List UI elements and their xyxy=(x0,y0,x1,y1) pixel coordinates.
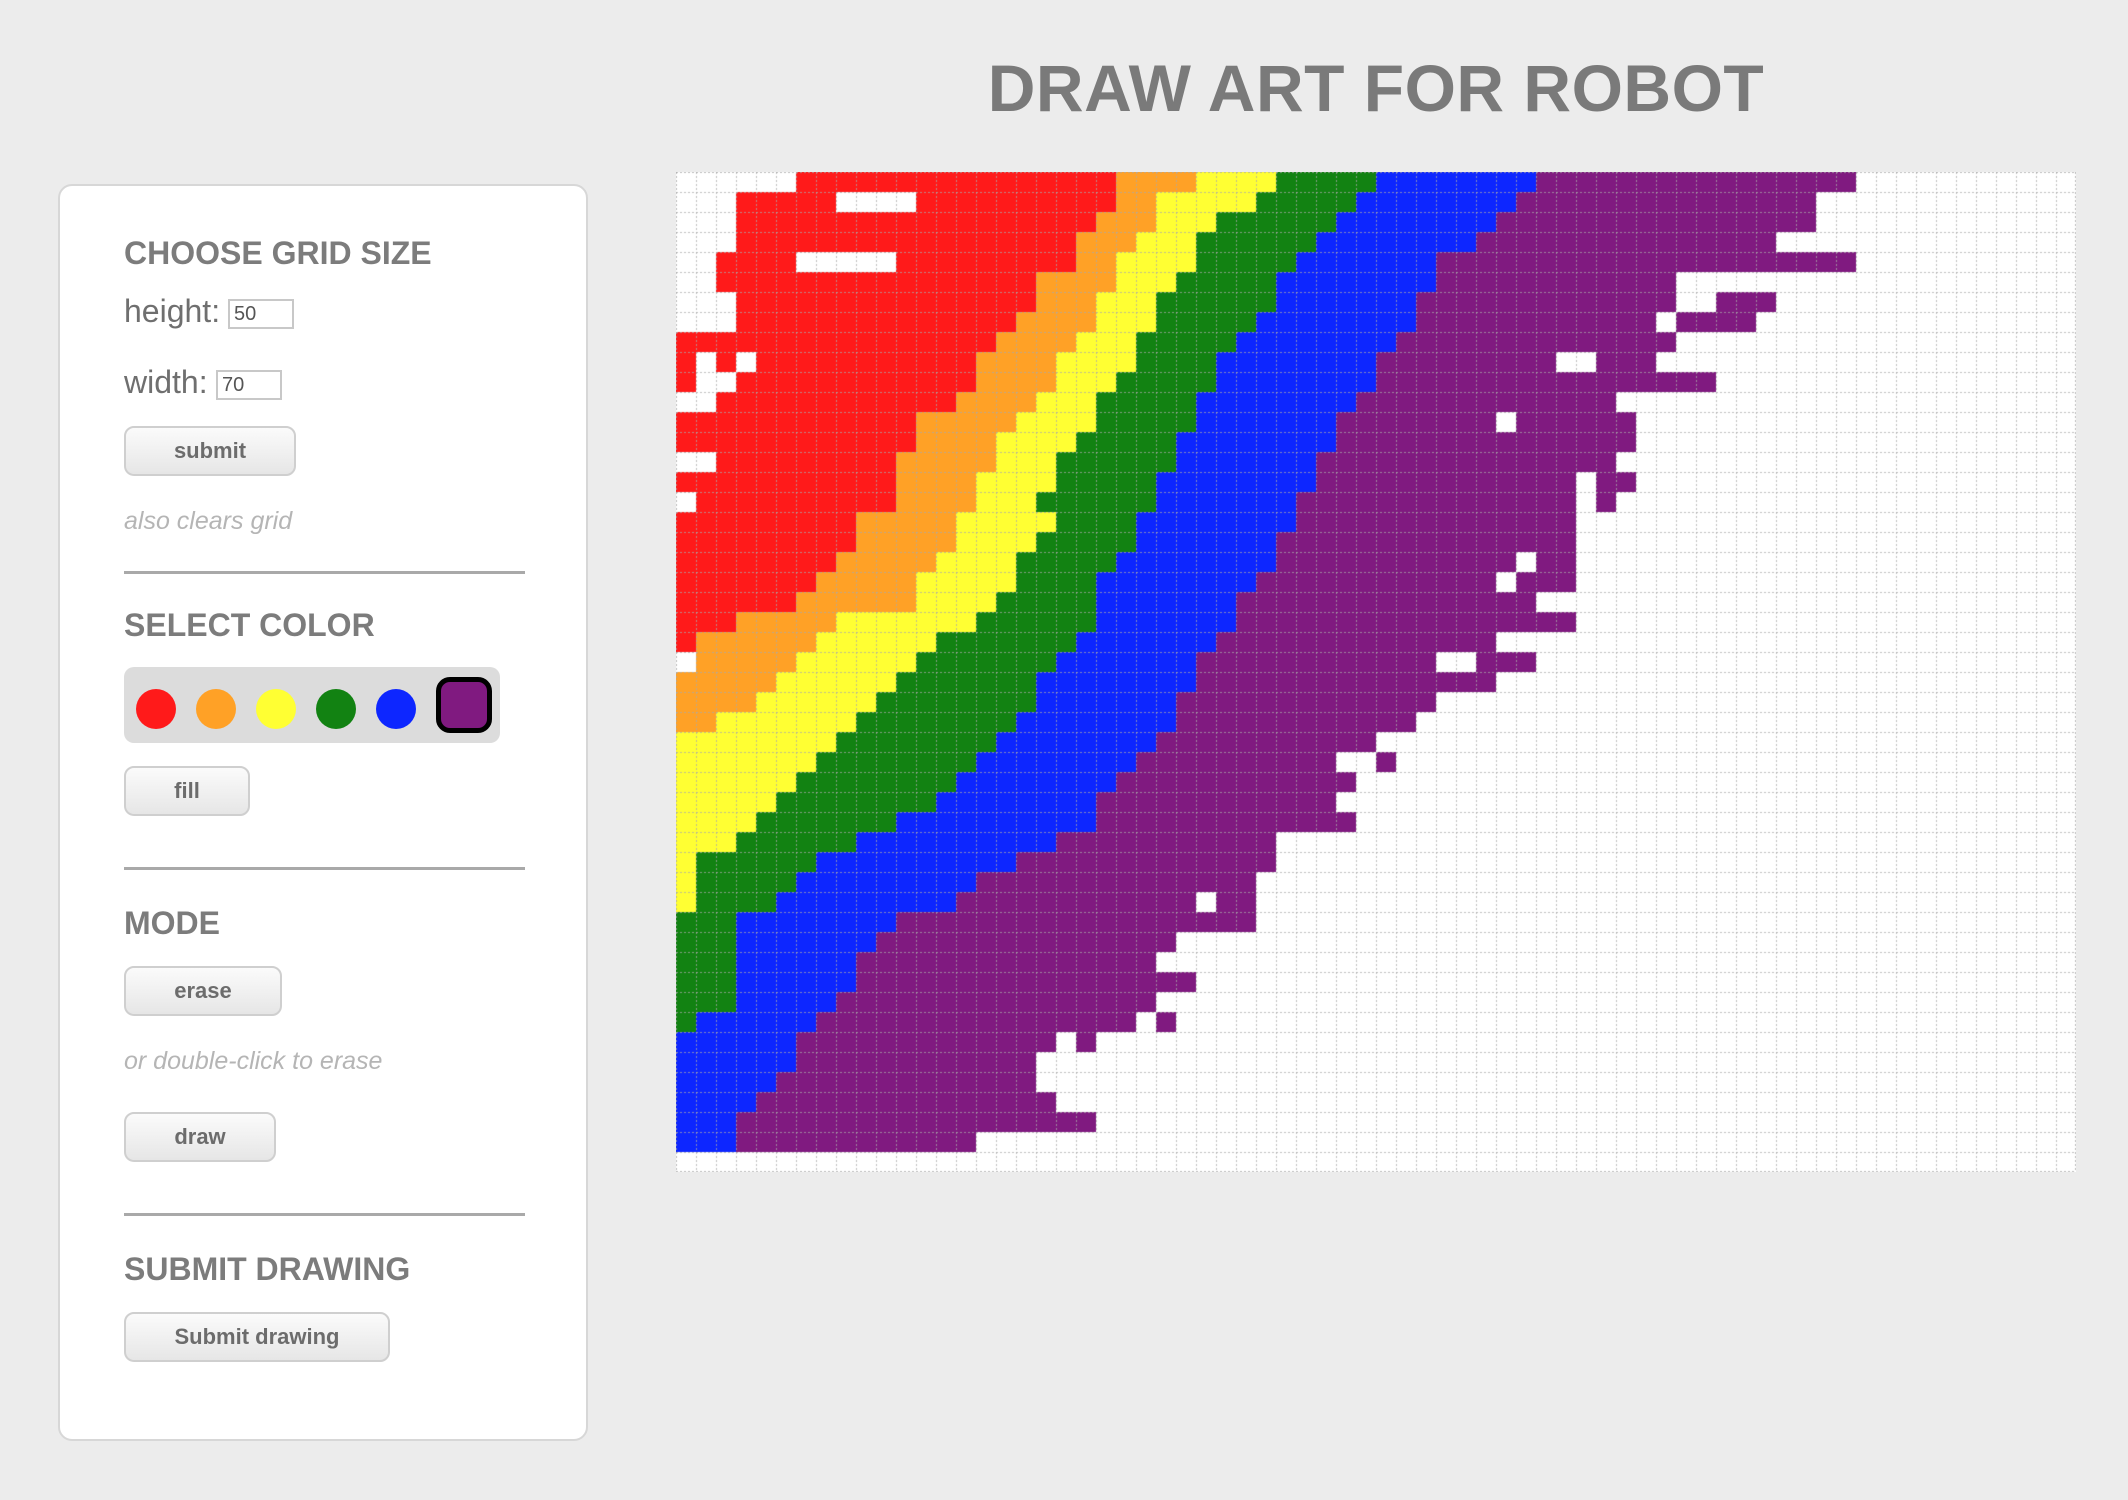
mode-heading: MODE xyxy=(124,905,220,941)
color-swatch-orange[interactable] xyxy=(196,689,236,729)
double-click-erase-hint: or double-click to erase xyxy=(124,1047,383,1075)
grid-size-heading: CHOOSE GRID SIZE xyxy=(124,235,432,271)
height-label: height: xyxy=(124,293,221,329)
pixel-canvas[interactable] xyxy=(676,172,2076,1172)
section-divider xyxy=(124,867,525,870)
select-color-heading: SELECT COLOR xyxy=(124,607,375,643)
color-swatch-green[interactable] xyxy=(316,689,356,729)
fill-button[interactable]: fill xyxy=(124,766,250,816)
grid-size-submit-button[interactable]: submit xyxy=(124,426,296,476)
section-divider xyxy=(124,1213,525,1216)
erase-button[interactable]: erase xyxy=(124,966,282,1016)
width-input[interactable] xyxy=(216,370,282,400)
submit-drawing-button[interactable]: Submit drawing xyxy=(124,1312,390,1362)
color-swatch-yellow[interactable] xyxy=(256,689,296,729)
drawing-grid[interactable] xyxy=(676,172,2076,1172)
control-panel: CHOOSE GRID SIZE height: width: submit a… xyxy=(58,184,588,1441)
section-divider xyxy=(124,571,525,574)
color-swatch-blue[interactable] xyxy=(376,689,416,729)
page-title: DRAW ART FOR ROBOT xyxy=(987,51,1765,125)
color-swatch-red[interactable] xyxy=(136,689,176,729)
width-label: width: xyxy=(124,364,208,400)
draw-button[interactable]: draw xyxy=(124,1112,276,1162)
height-input[interactable] xyxy=(228,299,294,329)
color-palette xyxy=(124,667,500,743)
color-swatch-purple[interactable] xyxy=(436,677,492,733)
clears-grid-hint: also clears grid xyxy=(124,507,293,535)
submit-drawing-heading: SUBMIT DRAWING xyxy=(124,1251,411,1287)
